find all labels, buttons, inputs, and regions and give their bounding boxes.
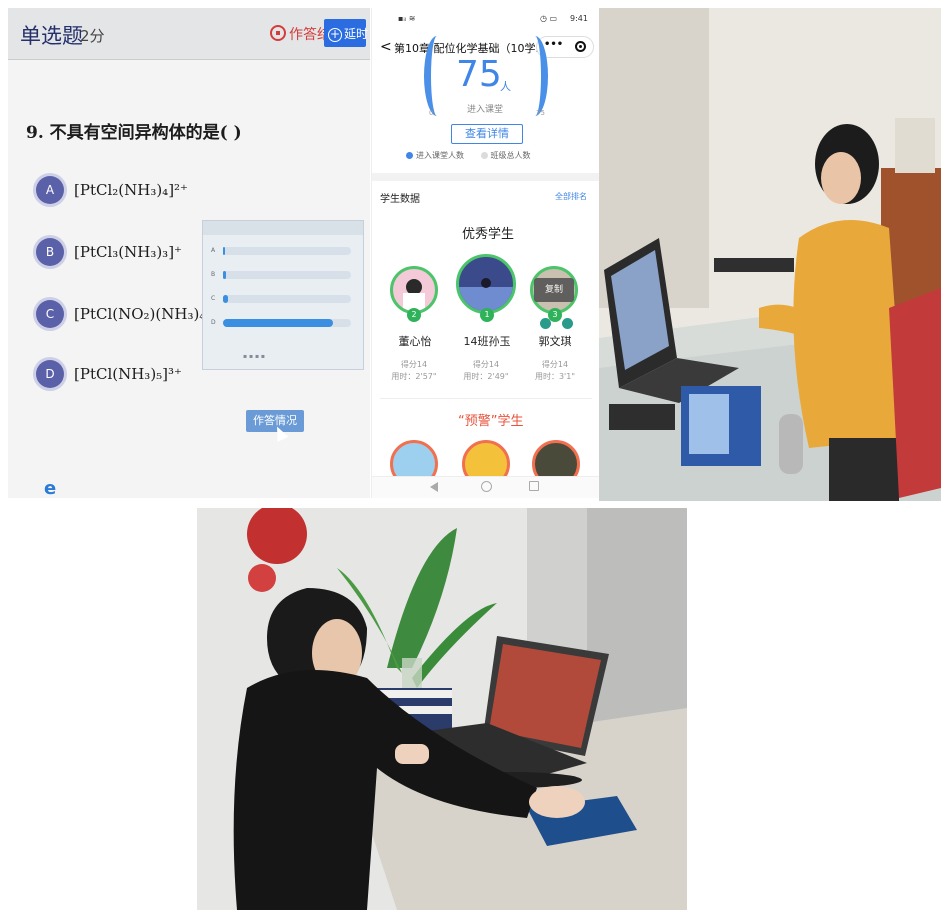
stats-panel-header: [203, 221, 363, 235]
stat-bar-fill: [223, 271, 226, 279]
option-a-badge[interactable]: A: [36, 176, 64, 204]
nav-recent-icon[interactable]: [529, 481, 539, 491]
status-bar: ▪ᵢₗ ≋ ◷ ▭ 9:41: [372, 8, 599, 30]
legend-total: 班级总人数: [490, 151, 531, 160]
close-miniapp-icon[interactable]: [575, 41, 586, 52]
student-score: 得分14: [400, 360, 428, 369]
option-a-text[interactable]: [PtCl₂(NH₃)₄]²⁺: [74, 181, 188, 199]
student-name: 董心怡: [398, 335, 432, 348]
gauge-min: 0: [429, 109, 434, 117]
student-time: 用时：2'57": [391, 372, 437, 381]
status-time: 9:41: [570, 14, 588, 23]
gauge-arc-left: [424, 36, 450, 116]
selection-handle-icon[interactable]: [562, 318, 573, 329]
option-b-badge[interactable]: B: [36, 238, 64, 266]
more-icon[interactable]: •••: [544, 39, 563, 50]
legend-entered: 进入课堂人数: [416, 151, 464, 160]
photo-teacher-black: [197, 508, 687, 910]
copy-popup[interactable]: 复制: [534, 278, 574, 302]
question-score: 2分: [80, 27, 105, 45]
stat-row-label: C: [211, 295, 216, 302]
photo-teacher-yellow: [599, 8, 941, 501]
stat-bar-track: [223, 271, 351, 279]
selection-handle-icon[interactable]: [540, 318, 551, 329]
stat-row-label: D: [211, 319, 216, 326]
option-d-text[interactable]: [PtCl(NH₃)₅]³⁺: [74, 365, 182, 383]
view-details-button[interactable]: 查看详情: [451, 124, 523, 144]
signal-icon: ▪ᵢₗ ≋: [398, 14, 416, 23]
student-time: 用时：2'49": [463, 372, 509, 381]
rank-badge: 1: [480, 308, 494, 322]
question-type-label: 单选题: [20, 24, 83, 48]
attendance-count: 75: [456, 54, 502, 95]
avatar-image: [403, 279, 425, 311]
battery-icon: ◷ ▭: [540, 14, 558, 23]
option-c-badge[interactable]: C: [36, 300, 64, 328]
photo-teacher-black-image: [197, 508, 687, 910]
student-avatar[interactable]: [456, 254, 516, 314]
stat-bar-fill: [223, 319, 333, 327]
avatar-image: [459, 278, 513, 311]
stat-bar-track: [223, 295, 351, 303]
option-d-badge[interactable]: D: [36, 360, 64, 388]
student-score: 得分14: [472, 360, 500, 369]
nav-back-icon[interactable]: [430, 482, 438, 492]
student-avatar[interactable]: [390, 266, 438, 314]
student-data-title: 学生数据: [380, 194, 420, 205]
extend-time-label: 延时: [344, 27, 369, 41]
warning-students-title: “预警”学生: [458, 414, 524, 429]
gauge-legend: 进入课堂人数 班级总人数: [406, 150, 531, 161]
attendance-label: 进入课堂: [467, 105, 504, 115]
student-name: 郭文琪: [538, 335, 572, 348]
stat-bar-fill: [223, 247, 225, 255]
attendance-unit: 人: [500, 80, 511, 93]
gauge-max: 75: [536, 109, 545, 117]
option-b-text[interactable]: [PtCl₃(NH₃)₃]⁺: [74, 243, 182, 261]
all-ranking-link[interactable]: 全部排名: [555, 191, 587, 202]
phone-screenshot: ▪ᵢₗ ≋ ◷ ▭ 9:41 < 第10章 配位化学基础（10学... ••• …: [371, 8, 599, 498]
back-icon[interactable]: <: [380, 39, 392, 55]
plus-icon: +: [328, 27, 342, 42]
stop-icon[interactable]: [270, 25, 286, 41]
stat-bar-track: [223, 247, 351, 255]
gauge-arc-right: [522, 36, 548, 116]
section-divider: [380, 398, 592, 399]
student-score: 得分14: [541, 360, 569, 369]
photo-teacher-yellow-image: [599, 8, 941, 501]
legend-dot-icon: [406, 152, 413, 159]
answer-stats-panel: A B C D ▪ ▪ ▪ ▪: [202, 220, 364, 370]
section-divider: [372, 173, 599, 181]
question-text: 9. 不具有空间异构体的是( ): [26, 123, 242, 143]
extend-time-button[interactable]: + 延时: [324, 19, 369, 47]
excellent-students-title: 优秀学生: [462, 227, 515, 242]
stat-row-label: B: [211, 271, 216, 278]
legend-dot-icon: [480, 152, 488, 159]
stat-row-label: A: [211, 247, 216, 254]
student-time: 用时：3'1": [534, 372, 576, 381]
student-name: 14班孙玉: [463, 335, 511, 348]
stats-footer: ▪ ▪ ▪ ▪: [243, 353, 265, 360]
system-nav-bar: [372, 476, 599, 498]
browser-icon[interactable]: e: [44, 478, 56, 498]
nav-home-icon[interactable]: [481, 481, 492, 492]
rank-badge: 2: [407, 308, 421, 322]
stat-bar-fill: [223, 295, 228, 303]
quiz-screen-photo: 单选题 2分 作答结束 + 延时 9. 不具有空间异构体的是( ) A [PtCl…: [8, 8, 370, 498]
